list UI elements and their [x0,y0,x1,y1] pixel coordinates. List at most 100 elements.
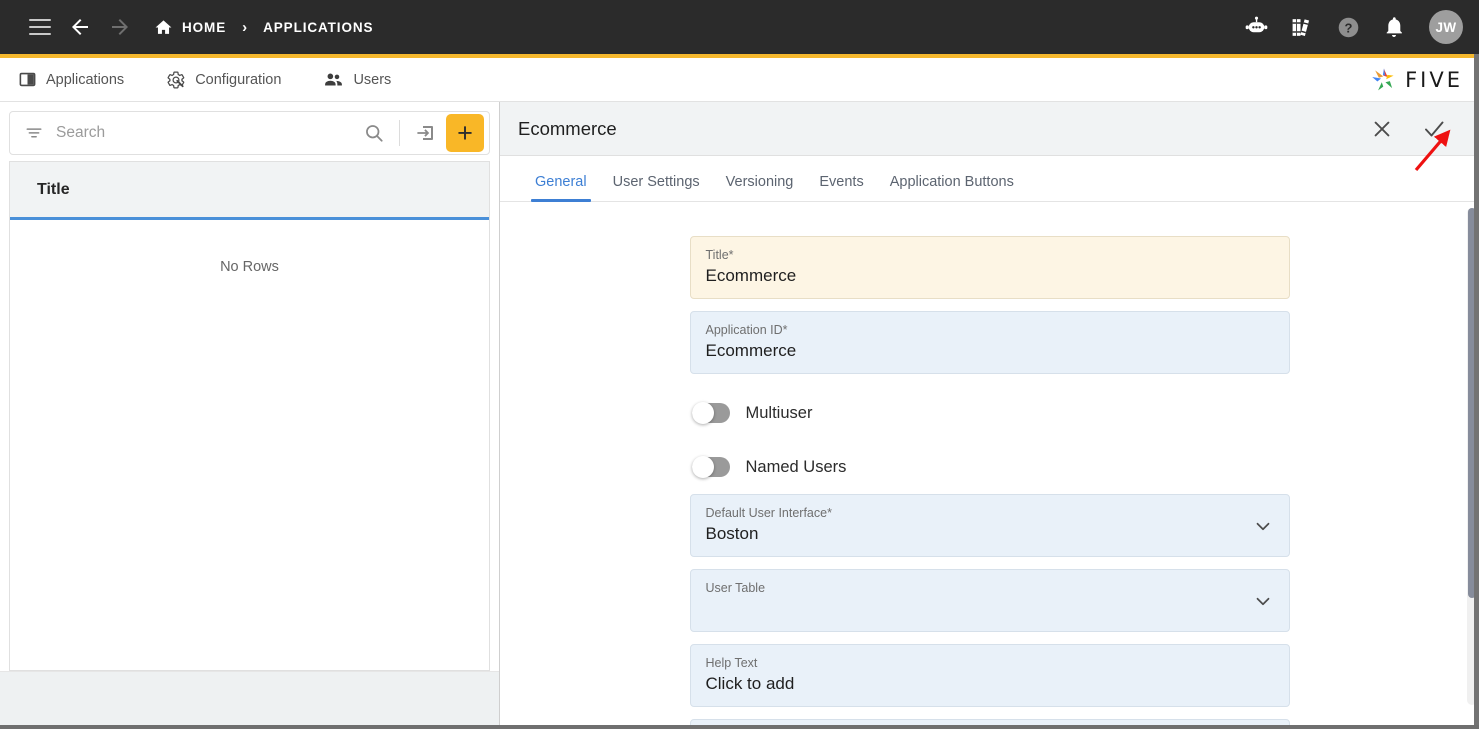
module-tab-bar: Applications Configuration Users FIVE [0,58,1479,102]
page-title: Ecommerce [518,117,617,139]
window-bottom-edge [0,725,1479,729]
required-marker: * [782,323,788,337]
grid-body: No Rows [10,220,489,670]
application-window: HOME › APPLICATIONS ? JW Applications Co… [0,0,1479,729]
arrow-left-icon [72,19,88,35]
magnifier-icon [366,125,383,142]
required-marker: * [827,506,832,520]
topbar-right-group: ? JW [1241,10,1463,44]
search-toolbar: + [9,111,490,155]
help-button[interactable]: ? [1333,12,1363,42]
tab-application-buttons[interactable]: Application Buttons [877,174,1027,201]
search-button[interactable] [357,116,391,150]
back-button[interactable] [60,7,100,47]
breadcrumb-current: APPLICATIONS [263,19,374,35]
detail-tab-bar: General User Settings Versioning Events … [500,156,1479,202]
detail-header-actions [1367,114,1461,144]
field-multiuser: Multiuser [690,386,1290,440]
required-marker: * [728,248,734,262]
field-value-title[interactable]: Ecommerce [706,264,1274,287]
hamburger-icon [29,19,51,35]
sidebar-item-label-users: Users [353,71,392,88]
sidebar-item-configuration[interactable]: Configuration [166,70,281,90]
import-button[interactable] [408,116,442,150]
field-default-user-interface[interactable]: Default User Interface* Boston [689,494,1290,557]
breadcrumb-separator: › [242,18,248,36]
field-value-help-text[interactable]: Click to add [706,672,1274,695]
field-label-title-text: Title [705,248,729,262]
detail-header: Ecommerce [500,102,1479,156]
sidebar-item-applications[interactable]: Applications [18,70,124,89]
field-named-users: Named Users [690,440,1290,494]
application-detail-panel: Ecommerce General User Settings Versioni… [500,102,1479,729]
named-users-label: Named Users [745,457,847,476]
applications-grid: Title No Rows [9,161,490,671]
user-avatar[interactable]: JW [1429,10,1463,44]
documentation-button[interactable] [1287,12,1317,42]
field-help-text[interactable]: Help Text Click to add [689,644,1290,707]
multiuser-label: Multiuser [745,403,813,422]
field-title[interactable]: Title* Ecommerce [689,236,1290,299]
empty-state-message: No Rows [220,259,279,275]
chevron-down-icon[interactable] [1252,515,1274,537]
plus-icon: + [457,118,473,148]
sidebar-item-label-configuration: Configuration [195,71,282,88]
notifications-bell-icon [1386,17,1402,37]
field-label-default-user-interface-text: Default User Interface [705,506,828,520]
svg-text:?: ? [1344,20,1352,35]
chat-bot-button[interactable] [1241,12,1271,42]
save-checkmark-button[interactable] [1419,114,1449,144]
search-input[interactable] [56,124,357,142]
add-application-button[interactable]: + [446,114,484,152]
tab-general[interactable]: General [522,174,600,202]
books-library-icon [1292,18,1309,36]
five-pinwheel-logo-icon [1372,67,1394,90]
form-scroll-container: Title* Ecommerce Application ID* Ecommer… [500,202,1479,729]
top-navigation-bar: HOME › APPLICATIONS ? JW [0,0,1479,54]
notifications-button[interactable] [1379,12,1409,42]
field-label-application-id-text: Application ID [705,323,783,337]
five-logo-text: FIVE [1405,67,1463,92]
breadcrumb-home[interactable]: HOME [154,18,226,37]
arrow-right-icon [112,19,128,35]
close-x-icon [1374,121,1390,136]
configuration-gear-icon [167,71,185,88]
named-users-toggle[interactable] [691,456,730,478]
field-label-help-text: Help Text [705,656,758,670]
field-value-user-table[interactable] [706,597,1245,620]
applications-list-panel: + Title No Rows [0,102,500,729]
five-brand-logo: FIVE [1369,66,1463,94]
field-application-id[interactable]: Application ID* Ecommerce [689,311,1290,374]
toggle-knob [691,402,714,424]
field-value-default-user-interface[interactable]: Boston [706,522,1245,545]
toggle-knob [691,456,714,478]
field-label-user-table: User Table [705,581,766,595]
help-icon: ? [1338,17,1358,37]
sidebar-item-label-applications: Applications [46,71,125,88]
hamburger-menu-button[interactable] [20,7,60,47]
tab-events[interactable]: Events [806,174,876,201]
filter-icon[interactable] [24,123,44,143]
forward-button[interactable] [100,7,140,47]
chat-bot-icon [1245,16,1267,32]
field-label-application-id: Application ID* [706,322,1274,338]
column-header-title[interactable]: Title [37,181,70,199]
grid-header-row: Title [10,162,489,220]
home-icon [155,19,172,34]
tab-user-settings[interactable]: User Settings [600,174,713,201]
field-label-title: Title* [706,247,1274,263]
main-split-view: + Title No Rows Ecommerce [0,102,1479,729]
multiuser-toggle[interactable] [691,402,730,424]
tab-versioning[interactable]: Versioning [713,174,807,201]
window-right-edge [1474,54,1479,729]
applications-panel-icon [19,72,36,87]
field-user-table[interactable]: User Table [689,569,1290,632]
grid-footer-bar [0,671,499,729]
checkmark-icon [1425,121,1444,136]
topbar-left-group: HOME › APPLICATIONS [20,7,373,47]
close-button[interactable] [1367,114,1397,144]
field-value-application-id[interactable]: Ecommerce [706,339,1274,362]
chevron-down-icon[interactable] [1252,590,1274,612]
general-tab-form: Title* Ecommerce Application ID* Ecommer… [500,202,1479,729]
sidebar-item-users[interactable]: Users [323,69,391,90]
